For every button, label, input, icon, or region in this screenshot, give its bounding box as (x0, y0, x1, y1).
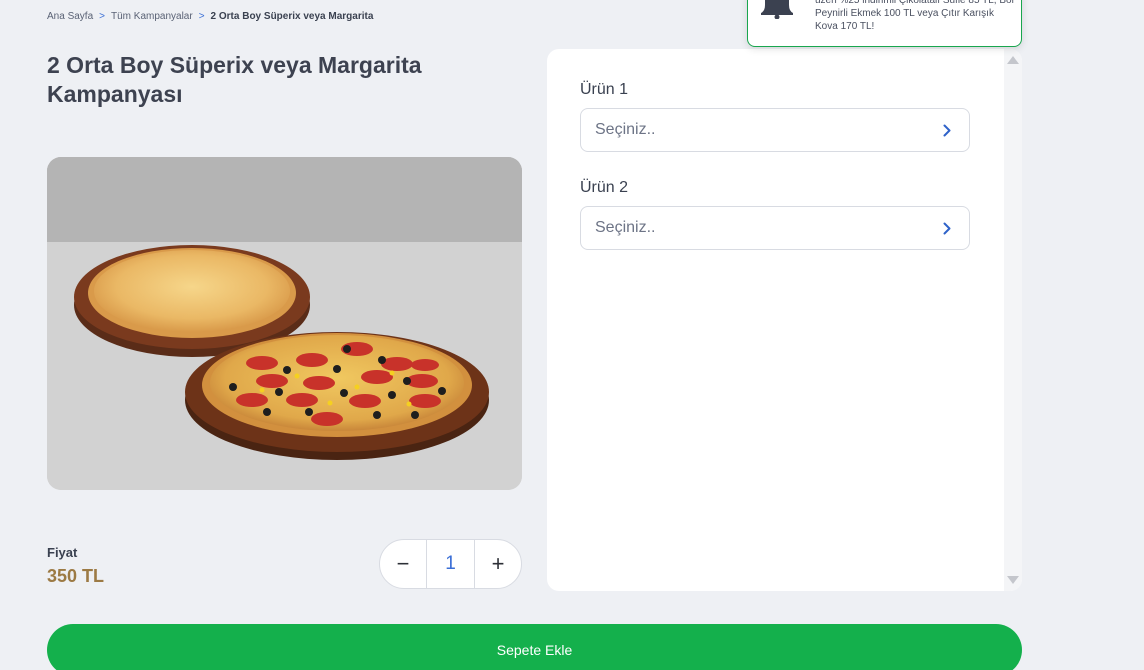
chevron-right-icon: > (99, 11, 105, 22)
item1-label: Ürün 1 (580, 81, 629, 98)
notification-toast[interactable]: üzeri %25 indirimli Çikolatalı Sufle 85 … (747, 0, 1022, 47)
breadcrumb-current: 2 Orta Boy Süperix veya Margarita (210, 11, 374, 22)
increase-button[interactable]: + (475, 540, 521, 588)
pizza-illustration (47, 157, 522, 490)
breadcrumb-campaigns[interactable]: Tüm Kampanyalar (111, 11, 193, 22)
item1-select[interactable]: Seçiniz.. (580, 108, 970, 152)
decrease-button[interactable]: − (380, 540, 426, 588)
bell-icon (761, 0, 793, 19)
item1-placeholder: Seçiniz.. (595, 121, 656, 138)
chevron-right-icon (943, 221, 955, 235)
scroll-up-icon[interactable] (1007, 56, 1019, 64)
product-image (47, 157, 522, 490)
chevron-right-icon (943, 123, 955, 137)
panel-scrollbar[interactable] (1004, 49, 1022, 591)
breadcrumb: Ana Sayfa > Tüm Kampanyalar > 2 Orta Boy… (47, 11, 373, 22)
breadcrumb-home[interactable]: Ana Sayfa (47, 11, 93, 22)
page-title: 2 Orta Boy Süperix veya Margarita Kampan… (47, 52, 422, 107)
scroll-down-icon[interactable] (1007, 576, 1019, 584)
item2-select[interactable]: Seçiniz.. (580, 206, 970, 250)
item2-label: Ürün 2 (580, 179, 629, 196)
add-to-cart-button[interactable]: Sepete Ekle (47, 624, 1022, 670)
quantity-stepper: − 1 + (379, 539, 522, 589)
price-value: 350 TL (47, 566, 105, 586)
notification-text: üzeri %25 indirimli Çikolatalı Sufle 85 … (815, 0, 1014, 32)
options-panel: Ürün 1 Seçiniz.. Ürün 2 Seçiniz.. (547, 49, 1022, 591)
price-label: Fiyat (47, 545, 78, 560)
chevron-right-icon: > (198, 11, 205, 22)
item2-placeholder: Seçiniz.. (595, 219, 656, 236)
quantity-value[interactable]: 1 (426, 540, 475, 588)
